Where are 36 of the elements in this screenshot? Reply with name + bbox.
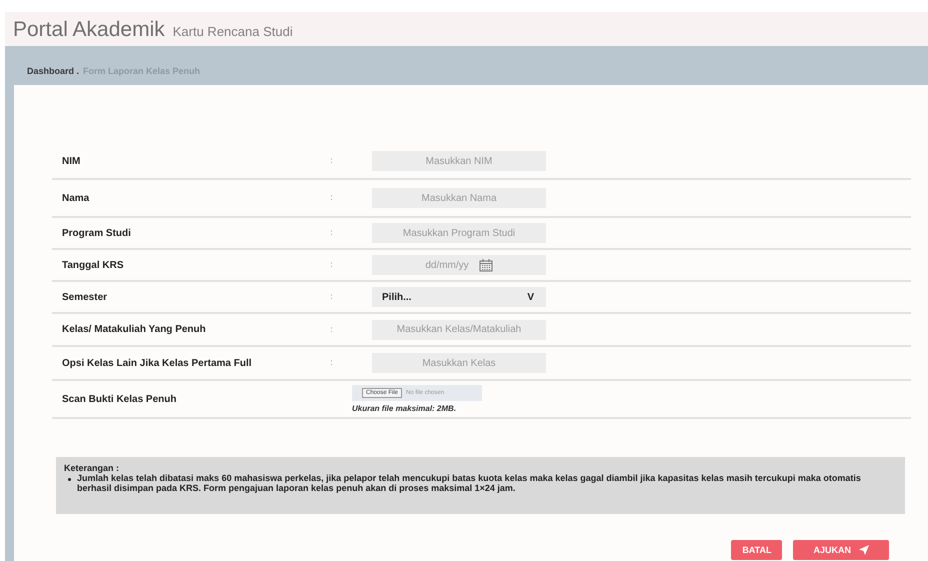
bullet-icon — [68, 478, 71, 481]
colon: : — [330, 193, 334, 203]
colon: : — [330, 292, 334, 302]
input-field[interactable]: Masukkan Kelas/Matakuliah — [372, 320, 546, 340]
input-field[interactable]: Masukkan Nama — [372, 188, 546, 208]
calendar-icon[interactable] — [478, 258, 493, 272]
breadcrumb-link[interactable]: Dashboard . — [27, 66, 80, 85]
file-size-hint: Ukuran file maksimal: 2MB. — [352, 404, 458, 413]
input-field[interactable]: Masukkan Program Studi — [372, 223, 546, 243]
colon: : — [330, 228, 334, 238]
colon: : — [330, 324, 334, 334]
colon: : — [330, 156, 334, 166]
send-icon — [859, 545, 869, 555]
field-label: Tanggal KRS — [62, 260, 124, 270]
submit-button[interactable]: AJUKAN — [793, 540, 889, 560]
app-subtitle: Kartu Rencana Studi — [172, 24, 293, 39]
app-title: Portal Akademik — [13, 18, 165, 42]
note-title: Keterangan : — [64, 463, 120, 473]
field-label: Scan Bukti Kelas Penuh — [62, 394, 178, 404]
cancel-button[interactable]: BATAL — [731, 540, 782, 560]
date-field[interactable]: dd/mm/yy — [372, 255, 546, 275]
date-placeholder: dd/mm/yy — [425, 260, 469, 270]
field-label: Nama — [62, 192, 90, 204]
caret-icon: V — [527, 292, 534, 302]
colon: : — [330, 260, 334, 270]
field-label: Program Studi — [62, 228, 132, 238]
field-label: NIM — [62, 156, 82, 166]
semester-select[interactable]: Pilih... V — [372, 287, 546, 307]
field-label: Semester — [62, 292, 108, 302]
select-value: Pilih... — [382, 292, 412, 302]
input-field[interactable]: Masukkan NIM — [372, 151, 546, 171]
colon: : — [330, 358, 334, 368]
field-label: Opsi Kelas Lain Jika Kelas Pertama Full — [62, 358, 253, 368]
input-field[interactable]: Masukkan Kelas — [372, 353, 546, 373]
note-text: Jumlah kelas telah dibatasi maks 60 mahasiswa perkelas, jika pelapor telah mencukupi batas kuota kelas maka kelas gagal diambil jika kapasitas kelas masih tercukupi maka otomatis berhasil disimpan pada KRS. Form pengajuan laporan kelas penuh akan di proses maksimal 1×24 jam. — [77, 473, 862, 493]
field-label: Kelas/ Matakuliah Yang Penuh — [62, 324, 207, 335]
